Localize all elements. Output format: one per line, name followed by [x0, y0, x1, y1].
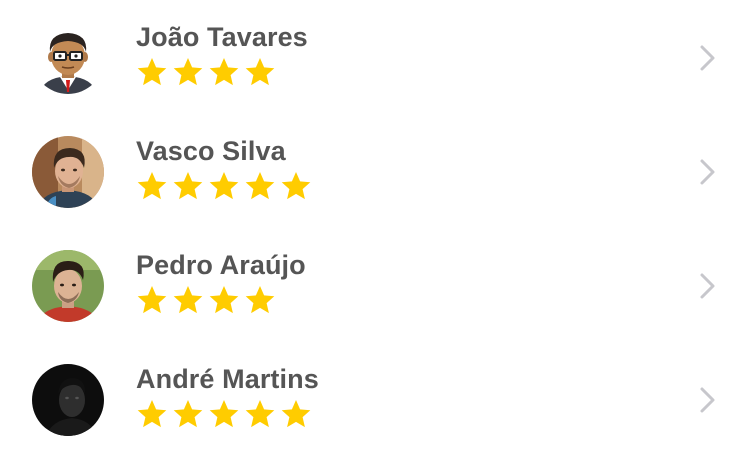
cartoon-avatar-icon — [32, 22, 104, 94]
photo-avatar-icon — [32, 136, 104, 208]
chevron-right-icon[interactable] — [698, 156, 718, 188]
star-icon — [209, 58, 239, 86]
star-icon — [173, 172, 203, 200]
list-item-andre-martins[interactable]: André Martins — [0, 342, 750, 454]
avatar — [32, 250, 104, 322]
star-icon — [173, 400, 203, 428]
star-icon — [245, 286, 275, 314]
star-icon — [245, 58, 275, 86]
photo-avatar-icon — [32, 250, 104, 322]
person-name: Pedro Araújo — [136, 250, 306, 280]
star-icon — [281, 172, 311, 200]
star-icon — [173, 286, 203, 314]
avatar — [32, 364, 104, 436]
star-icon — [209, 286, 239, 314]
star-icon — [173, 58, 203, 86]
list-item-pedro-araujo[interactable]: Pedro Araújo — [0, 228, 750, 342]
people-list: João Tavares Vasco Silva Pedro Araújo An… — [0, 0, 750, 454]
star-icon — [245, 172, 275, 200]
star-icon — [209, 400, 239, 428]
star-icon — [137, 400, 167, 428]
star-icon — [281, 400, 311, 428]
chevron-right-icon[interactable] — [698, 42, 718, 74]
star-icon — [245, 400, 275, 428]
star-icon — [137, 58, 167, 86]
list-item-vasco-silva[interactable]: Vasco Silva — [0, 114, 750, 228]
avatar — [32, 22, 104, 94]
chevron-right-icon[interactable] — [698, 270, 718, 302]
dark-photo-avatar-icon — [32, 364, 104, 436]
person-name: Vasco Silva — [136, 136, 286, 166]
person-name: João Tavares — [136, 22, 308, 52]
person-name: André Martins — [136, 364, 319, 394]
chevron-right-icon[interactable] — [698, 384, 718, 416]
star-rating — [136, 284, 276, 318]
list-item-joao-tavares[interactable]: João Tavares — [0, 0, 750, 114]
star-icon — [137, 172, 167, 200]
star-icon — [209, 172, 239, 200]
avatar — [32, 136, 104, 208]
star-icon — [137, 286, 167, 314]
star-rating — [136, 170, 312, 204]
star-rating — [136, 398, 312, 432]
star-rating — [136, 56, 276, 90]
